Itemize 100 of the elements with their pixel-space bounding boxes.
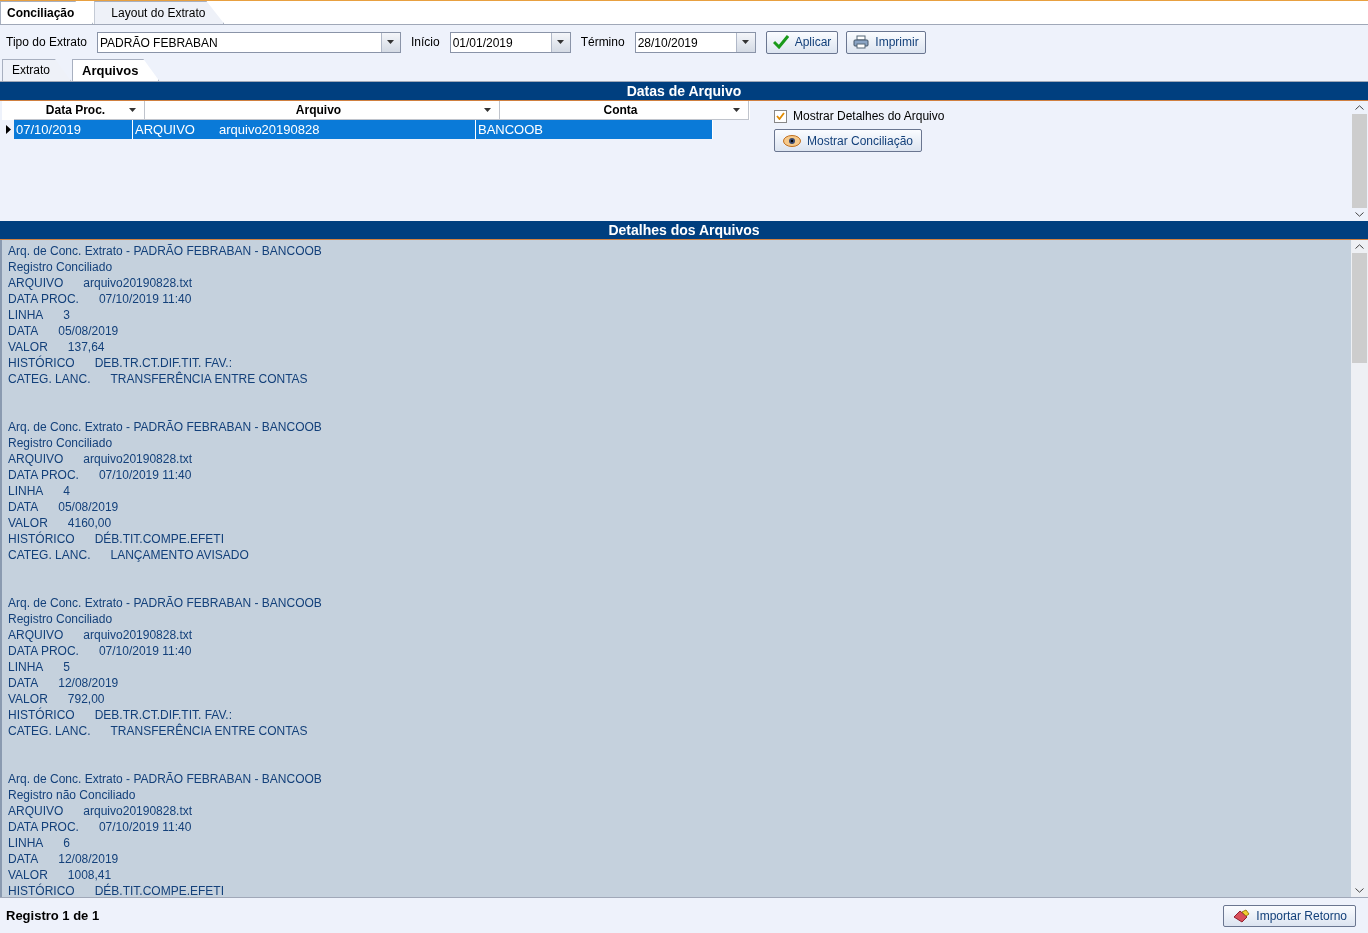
field-label: ARQUIVO — [8, 803, 64, 819]
table-cell: 07/10/2019 — [14, 120, 133, 139]
panel-title-bar: Datas de Arquivo — [0, 82, 1368, 101]
field-label: CATEG. LANC. — [8, 723, 91, 739]
panel-title-bar: Detalhes dos Arquivos — [0, 221, 1368, 240]
field-value: 12/08/2019 — [58, 675, 119, 691]
table-cell: arquivo20190828 — [218, 122, 320, 137]
field-value: 4160,00 — [67, 515, 112, 531]
field-value: 5 — [63, 659, 71, 675]
row-pointer-icon — [5, 125, 11, 134]
field-label: VALOR — [8, 339, 48, 355]
field-value: 12/08/2019 — [58, 851, 119, 867]
field-label: DATA — [8, 851, 39, 867]
field-value: 6 — [63, 835, 71, 851]
field-label: VALOR — [8, 867, 48, 883]
tab[interactable]: Layout do Extrato — [94, 1, 225, 24]
text-line: Registro Conciliado — [8, 435, 114, 451]
eraser-icon — [1232, 908, 1251, 923]
field-label: HISTÓRICO — [8, 531, 75, 547]
field-label: LINHA — [8, 483, 44, 499]
field-value: arquivo20190828.txt — [83, 275, 193, 291]
dropdown-arrow-icon — [742, 40, 750, 44]
record-count: Registro 1 de 1 — [6, 908, 100, 923]
field-value: DEB.TR.CT.DIF.TIT. FAV.: — [94, 707, 233, 723]
tab[interactable]: Extrato — [2, 59, 71, 81]
field-value: arquivo20190828.txt — [83, 803, 193, 819]
field-value: TRANSFERÊNCIA ENTRE CONTAS — [110, 371, 308, 387]
field-label: VALOR — [8, 515, 48, 531]
field-label: Tipo do Extrato — [6, 35, 87, 49]
field-value: LANÇAMENTO AVISADO — [110, 547, 249, 563]
field-value: DEB.TR.CT.DIF.TIT. FAV.: — [94, 355, 233, 371]
field-value: 07/10/2019 11:40 — [98, 291, 192, 307]
table-cell: BANCOOB — [476, 120, 713, 139]
field-value: 4 — [63, 483, 71, 499]
text-line: Arq. de Conc. Extrato - PADRÃO FEBRABAN - BANCOOB — [8, 243, 323, 259]
field-label: LINHA — [8, 659, 44, 675]
field-value: 1008,41 — [67, 867, 112, 883]
field-value: 07/10/2019 11:40 — [98, 643, 192, 659]
field-value: DÉB.TIT.COMPE.EFETI — [94, 883, 225, 897]
field-label: HISTÓRICO — [8, 883, 75, 897]
field-label: HISTÓRICO — [8, 707, 75, 723]
show-button[interactable]: Mostrar Conciliação — [774, 129, 923, 152]
apply-button[interactable]: Aplicar — [765, 30, 839, 54]
dropdown-arrow-icon — [733, 108, 740, 112]
text-line: Registro Conciliado — [8, 259, 114, 275]
dropdown-arrow-icon — [387, 40, 395, 44]
checkbox-label: Mostrar Detalhes do Arquivo — [793, 109, 945, 123]
field-label: CATEG. LANC. — [8, 371, 91, 387]
field-label: DATA PROC. — [8, 643, 79, 659]
field-label: VALOR — [8, 691, 48, 707]
field-value: 3 — [63, 307, 71, 323]
scroll-down-icon — [1355, 888, 1364, 893]
field-label: ARQUIVO — [8, 275, 64, 291]
dropdown-field[interactable]: 01/01/2019 — [449, 31, 571, 53]
field-label: DATA PROC. — [8, 819, 79, 835]
field-label: DATA — [8, 323, 39, 339]
field-label: DATA PROC. — [8, 291, 79, 307]
field-label: DATA PROC. — [8, 467, 79, 483]
dropdown-arrow-icon — [484, 108, 491, 112]
dropdown-arrow-icon — [557, 40, 565, 44]
scroll-up-icon — [1355, 105, 1364, 110]
field-value: DÉB.TIT.COMPE.EFETI — [94, 531, 225, 547]
dropdown-field[interactable]: PADRÃO FEBRABAN — [96, 31, 401, 53]
checkmark-icon — [772, 35, 789, 49]
text-line: Arq. de Conc. Extrato - PADRÃO FEBRABAN - BANCOOB — [8, 771, 323, 787]
field-value: arquivo20190828.txt — [83, 451, 193, 467]
print-button[interactable]: Imprimir — [846, 30, 926, 54]
tab[interactable]: Arquivos — [72, 59, 160, 81]
field-value: 07/10/2019 11:40 — [98, 819, 192, 835]
text-line: Registro não Conciliado — [8, 787, 137, 803]
field-label: ARQUIVO — [8, 451, 64, 467]
field-label: DATA — [8, 675, 39, 691]
scrollbar-thumb[interactable] — [1352, 253, 1367, 363]
table-cell: ARQUIVO — [135, 122, 195, 137]
field-label: CATEG. LANC. — [8, 547, 91, 563]
text-line: Arq. de Conc. Extrato - PADRÃO FEBRABAN - BANCOOB — [8, 595, 323, 611]
field-value: 05/08/2019 — [58, 323, 119, 339]
tab[interactable]: Conciliação — [0, 1, 94, 24]
scroll-up-icon — [1355, 244, 1364, 249]
field-label: DATA — [8, 499, 39, 515]
field-value: 07/10/2019 11:40 — [98, 467, 192, 483]
field-label: LINHA — [8, 835, 44, 851]
scrollbar-thumb[interactable] — [1352, 114, 1367, 208]
eye-icon — [783, 134, 801, 147]
field-label: ARQUIVO — [8, 627, 64, 643]
field-label: LINHA — [8, 307, 44, 323]
checkmark-icon — [776, 112, 785, 120]
field-value: 792,00 — [67, 691, 105, 707]
field-value: 05/08/2019 — [58, 499, 119, 515]
field-label: HISTÓRICO — [8, 355, 75, 371]
field-value: arquivo20190828.txt — [83, 627, 193, 643]
text-line: Registro Conciliado — [8, 611, 114, 627]
dropdown-field[interactable]: 28/10/2019 — [634, 31, 756, 53]
import-button[interactable]: Importar Retorno — [1223, 904, 1356, 927]
checkbox[interactable] — [774, 109, 787, 123]
field-value: TRANSFERÊNCIA ENTRE CONTAS — [110, 723, 308, 739]
field-label: Início — [410, 35, 440, 49]
field-label: Término — [580, 35, 625, 49]
printer-icon — [853, 35, 870, 49]
scroll-down-icon — [1355, 212, 1364, 217]
